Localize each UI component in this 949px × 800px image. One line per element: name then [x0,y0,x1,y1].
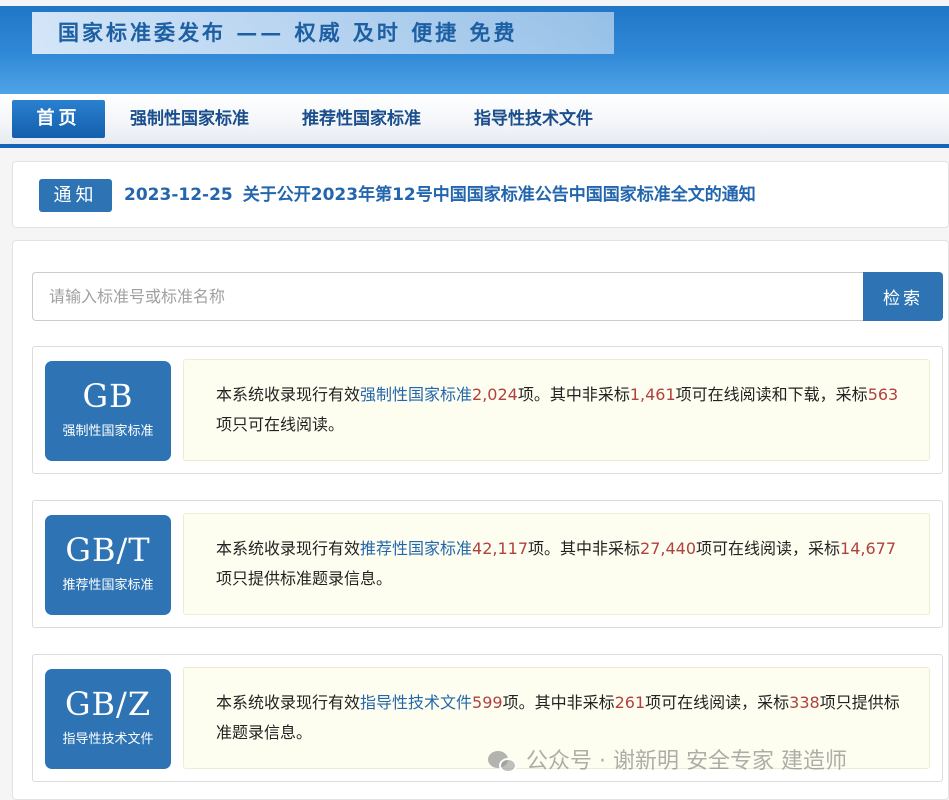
desc-text: 本系统收录现行有效 [216,385,361,404]
watermark: 公众号 · 谢新明 安全专家 建造师 [488,744,847,780]
total-count: 2,024 [472,385,518,404]
header-top-strip [0,0,949,6]
nav-item-mandatory-standards[interactable]: 强制性国家标准 [130,94,249,144]
desc-text: 项。其中非采标 [502,693,615,712]
desc-text: 项只可在线阅读。 [216,415,345,434]
search-button[interactable]: 检索 [863,272,943,321]
category-description: 本系统收录现行有效推荐性国家标准42,117项。其中非采标27,440项可在线阅… [183,513,930,615]
category-link[interactable]: 指导性技术文件 [360,693,472,712]
category-name: 推荐性国家标准 [62,578,154,593]
desc-text: 项只提供标准题录信息。 [216,569,393,588]
category-link[interactable]: 推荐性国家标准 [360,539,472,558]
wechat-icon [488,749,518,775]
total-count: 42,117 [472,539,529,558]
non-adopted-count: 1,461 [629,385,676,404]
total-count: 599 [472,693,503,712]
notice-tag: 通知 [39,179,112,212]
category-card-gbt: GB/T 推荐性国家标准 本系统收录现行有效推荐性国家标准42,117项。其中非… [32,500,943,628]
desc-text: 项。其中非采标 [528,539,641,558]
adopted-count: 338 [789,693,820,712]
nav-item-recommended-standards[interactable]: 推荐性国家标准 [302,94,421,144]
desc-text: 项可在线阅读，采标 [696,539,841,558]
search-input[interactable] [32,272,864,321]
notice-link[interactable]: 2023-12-25 关于公开2023年第12号中国国家标准公告中国国家标准全文的… [124,179,756,212]
watermark-text: 公众号 · 谢新明 安全专家 建造师 [526,749,847,774]
category-code: GB [82,377,134,415]
category-badge-gbz[interactable]: GB/Z 指导性技术文件 [45,669,171,769]
category-name: 强制性国家标准 [62,424,154,439]
nav-item-guidance-documents[interactable]: 指导性技术文件 [474,94,593,144]
desc-text: 本系统收录现行有效 [216,693,361,712]
desc-text: 项可在线阅读和下载，采标 [675,385,868,404]
notice-date: 2023-12-25 [124,185,233,205]
category-description: 本系统收录现行有效强制性国家标准2,024项。其中非采标1,461项可在线阅读和… [183,359,930,461]
category-badge-gbt[interactable]: GB/T 推荐性国家标准 [45,515,171,615]
category-card-gb: GB 强制性国家标准 本系统收录现行有效强制性国家标准2,024项。其中非采标1… [32,346,943,474]
adopted-count: 563 [867,385,899,404]
site-header: 国家标准委发布 —— 权威 及时 便捷 免费 [0,0,949,94]
non-adopted-count: 27,440 [640,539,697,558]
header-banner: 国家标准委发布 —— 权威 及时 便捷 免费 [32,12,614,54]
nav-item-home[interactable]: 首页 [12,100,105,138]
desc-text: 项。其中非采标 [517,385,630,404]
category-badge-gb[interactable]: GB 强制性国家标准 [45,361,171,461]
category-name: 指导性技术文件 [62,732,154,747]
notice-title: 关于公开2023年第12号中国国家标准公告中国国家标准全文的通知 [242,185,756,205]
category-link[interactable]: 强制性国家标准 [360,385,472,404]
desc-text: 本系统收录现行有效 [216,539,361,558]
adopted-count: 14,677 [840,539,897,558]
desc-text: 项可在线阅读，采标 [645,693,790,712]
category-code: GB/Z [64,685,152,723]
non-adopted-count: 261 [614,693,646,712]
notice-bar: 通知 2023-12-25 关于公开2023年第12号中国国家标准公告中国国家标准… [12,161,949,228]
main-nav: 首页 强制性国家标准 推荐性国家标准 指导性技术文件 [0,94,949,148]
category-code: GB/T [65,531,151,569]
